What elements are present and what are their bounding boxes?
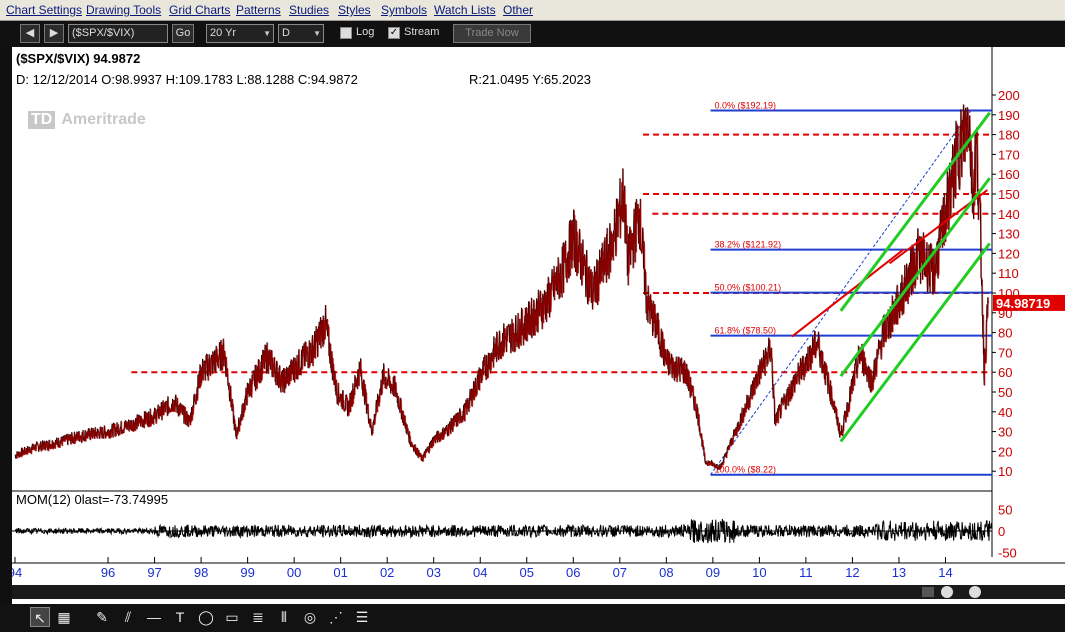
period-select[interactable]: 20 Yr ▼ (206, 24, 274, 43)
price-axis-tick-label: 40 (998, 405, 1012, 420)
fibonacci-level-label: 61.8% ($78.50) (715, 326, 777, 336)
momentum-label: MOM(12) 0last=-73.74995 (16, 492, 168, 507)
go-button[interactable]: Go (172, 24, 194, 43)
price-axis-tick-label: 80 (998, 326, 1012, 341)
time-axis-tick-label: 99 (240, 565, 254, 580)
fibonacci-level-label: 0.0% ($192.19) (715, 100, 777, 110)
channel-tool-icon[interactable]: ☰ (352, 607, 372, 627)
ameritrade-watermark: TD Ameritrade (28, 111, 146, 129)
menu-other[interactable]: Other (503, 3, 533, 17)
price-axis-tick-label: 160 (998, 167, 1020, 182)
price-axis-tick-label: 70 (998, 345, 1012, 360)
drawing-tools-bar: ↖ ▦ ✎ ⫽ — T ◯ ▭ ≣ ⦀ ◎ ⋰ ☰ (0, 604, 1065, 632)
stream-label: Stream (404, 26, 440, 38)
price-axis-tick-label: 200 (998, 88, 1020, 103)
time-axis-tick-label: 98 (194, 565, 208, 580)
price-axis-tick-label: 130 (998, 227, 1020, 242)
log-checkbox[interactable] (340, 27, 352, 39)
menu-symbols[interactable]: Symbols (381, 3, 427, 17)
horizontal-scrollbar[interactable] (12, 585, 1065, 599)
price-axis-tick-label: 120 (998, 246, 1020, 261)
time-zones-tool-icon[interactable]: ⦀ (274, 607, 294, 627)
time-axis-tick-label: 09 (706, 565, 720, 580)
menu-patterns[interactable]: Patterns (236, 3, 281, 17)
menu-styles[interactable]: Styles (338, 3, 371, 17)
time-axis-tick-label: 05 (520, 565, 534, 580)
menu-grid-charts[interactable]: Grid Charts (169, 3, 230, 17)
time-axis-tick-label: 08 (659, 565, 673, 580)
menu-bar: Chart Settings Drawing Tools Grid Charts… (0, 0, 1065, 21)
time-axis-tick-label: 10 (752, 565, 766, 580)
pencil-tool-icon[interactable]: ✎ (92, 607, 112, 627)
chevron-down-icon: ▼ (313, 29, 321, 38)
time-axis-tick-label: 07 (613, 565, 627, 580)
time-axis-tick-label: 96 (101, 565, 115, 580)
price-axis-tick-label: 60 (998, 365, 1012, 380)
time-axis-tick-label: 03 (426, 565, 440, 580)
time-axis-tick-label: 94 (12, 565, 22, 580)
momentum-axis-tick-label: -50 (998, 546, 1017, 561)
last-price-label: 94.98719 (996, 296, 1050, 311)
fibonacci-level-label: 50.0% ($100.21) (715, 283, 782, 293)
time-axis-tick-label: 11 (799, 565, 813, 580)
zoom-in-icon[interactable] (941, 586, 953, 598)
time-axis-tick-label: 00 (287, 565, 301, 580)
momentum-axis-tick-label: 0 (998, 524, 1005, 539)
price-axis-tick-label: 140 (998, 207, 1020, 222)
chart-toolbar: ◀ ▶ ($SPX/$VIX) Go 20 Yr ▼ D ▼ Log ✓ Strea… (0, 21, 1065, 47)
momentum-axis-tick-label: 50 (998, 502, 1012, 517)
ellipse-tool-icon[interactable]: ◯ (196, 607, 216, 627)
price-axis-tick-label: 10 (998, 464, 1012, 479)
price-axis-tick-label: 190 (998, 108, 1020, 123)
time-axis-tick-label: 97 (147, 565, 161, 580)
fibonacci-level-label: 100.0% ($8.22) (715, 465, 777, 475)
price-axis-tick-label: 180 (998, 128, 1020, 143)
fibonacci-level-label: 38.2% ($121.92) (715, 240, 782, 250)
interval-select[interactable]: D ▼ (278, 24, 324, 43)
log-label: Log (356, 26, 375, 38)
price-axis-tick-label: 30 (998, 425, 1012, 440)
rectangle-tool-icon[interactable]: ▭ (222, 607, 242, 627)
pointer-tool-icon[interactable]: ↖ (30, 607, 50, 627)
fan-tool-icon[interactable]: ⋰ (326, 607, 346, 627)
gann-tool-icon[interactable]: ◎ (300, 607, 320, 627)
time-axis-tick-label: 13 (892, 565, 906, 580)
chevron-down-icon: ▼ (263, 29, 271, 38)
horizontal-line-tool-icon[interactable]: — (144, 607, 164, 627)
crosshair-tool-icon[interactable]: ▦ (54, 607, 74, 627)
trade-now-button[interactable]: Trade Now (453, 24, 531, 43)
ohlc-readout: D: 12/12/2014 O:98.9937 H:109.1783 L:88.… (16, 72, 358, 87)
time-axis-tick-label: 04 (473, 565, 487, 580)
price-axis-tick-label: 150 (998, 187, 1020, 202)
price-axis-tick-label: 50 (998, 385, 1012, 400)
time-axis-tick-label: 14 (938, 565, 952, 580)
menu-studies[interactable]: Studies (289, 3, 329, 17)
time-axis-tick-label: 06 (566, 565, 580, 580)
left-panel-strip (0, 47, 12, 604)
time-axis-tick-label: 02 (380, 565, 394, 580)
menu-chart-settings[interactable]: Chart Settings (6, 3, 82, 17)
trendline-tool-icon[interactable]: ⫽ (118, 607, 138, 627)
fibonacci-tool-icon[interactable]: ≣ (248, 607, 268, 627)
time-axis-tick-label: 12 (845, 565, 859, 580)
time-axis-tick-label: 01 (333, 565, 347, 580)
scroll-right-arrow-icon[interactable] (922, 587, 934, 597)
symbol-input[interactable]: ($SPX/$VIX) (68, 24, 168, 43)
forward-arrow-icon[interactable]: ▶ (44, 24, 64, 43)
price-axis-tick-label: 20 (998, 444, 1012, 459)
ry-readout: R:21.0495 Y:65.2023 (469, 72, 591, 87)
menu-watch-lists[interactable]: Watch Lists (434, 3, 496, 17)
zoom-out-icon[interactable] (969, 586, 981, 598)
price-axis-tick-label: 110 (998, 266, 1019, 281)
chart-area[interactable]: 10 20 30 40 50 60 70 80 90 100 110 120 130 140 150 160 1… (12, 47, 1065, 604)
text-tool-icon[interactable]: T (170, 607, 190, 627)
price-axis-tick-label: 170 (998, 147, 1020, 162)
back-arrow-icon[interactable]: ◀ (20, 24, 40, 43)
stream-checkbox[interactable]: ✓ (388, 27, 400, 39)
menu-drawing-tools[interactable]: Drawing Tools (86, 3, 161, 17)
symbol-quote: ($SPX/$VIX) 94.9872 (16, 51, 141, 66)
price-chart[interactable]: 1020304050607080901001101201301401501601… (12, 47, 1065, 604)
